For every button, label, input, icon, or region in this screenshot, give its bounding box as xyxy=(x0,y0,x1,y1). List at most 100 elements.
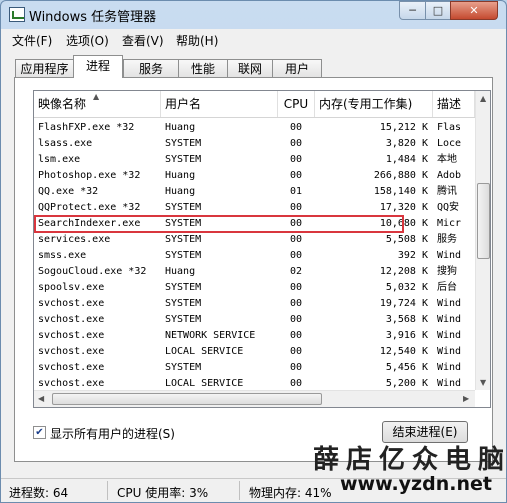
show-all-users-label: 显示所有用户的进程(S) xyxy=(50,427,175,441)
process-row[interactable]: services.exe SYSTEM 00 5,508 K 服务 xyxy=(34,232,475,248)
cell-memory: 1,484 K xyxy=(385,154,428,165)
cell-memory: 15,212 K xyxy=(379,122,428,133)
cell-user-name: Huang xyxy=(165,122,196,133)
cell-description: Wind xyxy=(437,346,462,357)
cell-user-name: SYSTEM xyxy=(165,250,202,261)
cell-memory: 12,208 K xyxy=(379,266,428,277)
process-row[interactable]: svchost.exe LOCAL SERVICE 00 12,540 K Wind xyxy=(34,344,475,360)
process-row[interactable]: lsm.exe SYSTEM 00 1,484 K 本地 xyxy=(34,152,475,168)
menu-help[interactable]: 帮助(H) xyxy=(176,32,218,49)
cell-cpu: 00 xyxy=(290,346,303,357)
process-row[interactable]: QQProtect.exe *32 SYSTEM 00 17,320 K QQ安 xyxy=(34,200,475,216)
cell-image-name: services.exe xyxy=(38,234,111,245)
menu-file[interactable]: 文件(F) xyxy=(12,32,52,49)
process-row[interactable]: SearchIndexer.exe SYSTEM 00 10,680 K Micr xyxy=(34,215,475,233)
tab-services[interactable]: 服务 xyxy=(123,59,179,77)
process-row[interactable]: lsass.exe SYSTEM 00 3,820 K Loce xyxy=(34,136,475,152)
process-row[interactable]: svchost.exe SYSTEM 00 19,724 K Wind xyxy=(34,296,475,312)
cell-memory: 158,140 K xyxy=(373,186,428,197)
process-row[interactable]: spoolsv.exe SYSTEM 00 5,032 K 后台 xyxy=(34,280,475,296)
watermark-text: 薛店亿众电脑 xyxy=(313,445,507,475)
tab-performance[interactable]: 性能 xyxy=(178,59,228,77)
tab-processes[interactable]: 进程 xyxy=(73,55,123,78)
cell-image-name: SearchIndexer.exe xyxy=(38,218,141,229)
cell-cpu: 00 xyxy=(290,154,303,165)
horizontal-scroll-thumb[interactable] xyxy=(52,393,322,405)
process-row[interactable]: SogouCloud.exe *32 Huang 02 12,208 K 搜狗 xyxy=(34,264,475,280)
menu-options[interactable]: 选项(O) xyxy=(66,32,109,49)
cell-user-name: SYSTEM xyxy=(165,154,202,165)
process-row[interactable]: smss.exe SYSTEM 00 392 K Wind xyxy=(34,248,475,264)
process-row[interactable]: QQ.exe *32 Huang 01 158,140 K 腾讯 xyxy=(34,184,475,200)
cell-cpu: 01 xyxy=(290,186,303,197)
close-button[interactable]: ✕ xyxy=(450,1,498,20)
scroll-up-icon[interactable]: ▲ xyxy=(480,94,486,103)
vertical-scroll-thumb[interactable] xyxy=(477,183,490,259)
cell-description: Flas xyxy=(437,122,462,133)
watermark-url: www.yzdn.net xyxy=(340,473,492,495)
tab-users[interactable]: 用户 xyxy=(272,59,322,77)
cell-memory: 3,916 K xyxy=(385,330,428,341)
cell-image-name: Photoshop.exe *32 xyxy=(38,170,141,181)
cell-image-name: svchost.exe xyxy=(38,346,105,357)
column-description[interactable]: 描述 xyxy=(433,91,475,117)
cell-user-name: SYSTEM xyxy=(165,282,202,293)
cell-description: Wind xyxy=(437,314,462,325)
cell-memory: 12,540 K xyxy=(379,346,428,357)
cell-user-name: NETWORK SERVICE xyxy=(165,330,256,341)
column-user-name[interactable]: 用户名 xyxy=(161,91,278,117)
cell-description: Adob xyxy=(437,170,462,181)
menu-view[interactable]: 查看(V) xyxy=(122,32,164,49)
cell-image-name: svchost.exe xyxy=(38,362,105,373)
cell-memory: 19,724 K xyxy=(379,298,428,309)
cell-description: 本地 xyxy=(437,154,457,165)
cell-image-name: svchost.exe xyxy=(38,330,105,341)
process-row[interactable]: Photoshop.exe *32 Huang 00 266,880 K Adob xyxy=(34,168,475,184)
cell-cpu: 00 xyxy=(290,330,303,341)
cell-user-name: Huang xyxy=(165,186,196,197)
column-memory[interactable]: 内存(专用工作集) xyxy=(315,91,433,117)
tab-networking[interactable]: 联网 xyxy=(227,59,273,77)
process-row[interactable]: FlashFXP.exe *32 Huang 00 15,212 K Flas xyxy=(34,120,475,136)
process-list[interactable]: ▲ 映像名称 用户名 CPU 内存(专用工作集) 描述 FlashFXP.exe… xyxy=(33,90,491,408)
process-row[interactable]: svchost.exe SYSTEM 00 5,456 K Wind xyxy=(34,360,475,376)
cell-user-name: SYSTEM xyxy=(165,138,202,149)
main-area: 应用程序 进程 服务 性能 联网 用户 ▲ 映像名称 用户名 CPU 内存(专用… xyxy=(1,51,506,478)
cell-cpu: 02 xyxy=(290,266,303,277)
vertical-scrollbar[interactable]: ▲ ▼ xyxy=(475,91,490,390)
process-row[interactable]: svchost.exe NETWORK SERVICE 00 3,916 K Wind xyxy=(34,328,475,344)
cell-description: 服务 xyxy=(437,234,457,245)
cell-image-name: svchost.exe xyxy=(38,314,105,325)
cell-image-name: QQ.exe *32 xyxy=(38,186,99,197)
cell-user-name: SYSTEM xyxy=(165,218,202,229)
cell-user-name: SYSTEM xyxy=(165,362,202,373)
maximize-button[interactable]: □ xyxy=(425,1,451,20)
cell-cpu: 00 xyxy=(290,234,303,245)
title-bar[interactable]: Windows 任务管理器 ─ □ ✕ xyxy=(1,1,506,29)
tab-applications[interactable]: 应用程序 xyxy=(15,59,74,77)
cell-description: Micr xyxy=(437,218,462,229)
cell-image-name: lsass.exe xyxy=(38,138,93,149)
cell-description: Wind xyxy=(437,362,462,373)
column-cpu[interactable]: CPU xyxy=(278,91,315,117)
cell-memory: 3,568 K xyxy=(385,314,428,325)
cell-description: Wind xyxy=(437,330,462,341)
scroll-down-icon[interactable]: ▼ xyxy=(480,378,486,387)
cell-cpu: 00 xyxy=(290,170,303,181)
process-row[interactable]: svchost.exe SYSTEM 00 3,568 K Wind xyxy=(34,312,475,328)
cell-memory: 17,320 K xyxy=(379,202,428,213)
cell-description: Loce xyxy=(437,138,462,149)
cell-memory: 5,032 K xyxy=(385,282,428,293)
cell-description: 搜狗 xyxy=(437,266,457,277)
scroll-left-icon[interactable]: ◀ xyxy=(38,394,44,403)
status-separator xyxy=(107,481,108,500)
show-all-users-checkbox[interactable]: ✔ xyxy=(33,426,46,439)
cell-cpu: 00 xyxy=(290,298,303,309)
horizontal-scrollbar[interactable]: ◀ ▶ xyxy=(34,390,475,407)
column-image-name[interactable]: ▲ 映像名称 xyxy=(34,91,161,117)
cell-user-name: SYSTEM xyxy=(165,314,202,325)
scroll-right-icon[interactable]: ▶ xyxy=(463,394,469,403)
processes-pane: ▲ 映像名称 用户名 CPU 内存(专用工作集) 描述 FlashFXP.exe… xyxy=(14,77,493,462)
minimize-button[interactable]: ─ xyxy=(399,1,426,20)
cell-image-name: SogouCloud.exe *32 xyxy=(38,266,147,277)
